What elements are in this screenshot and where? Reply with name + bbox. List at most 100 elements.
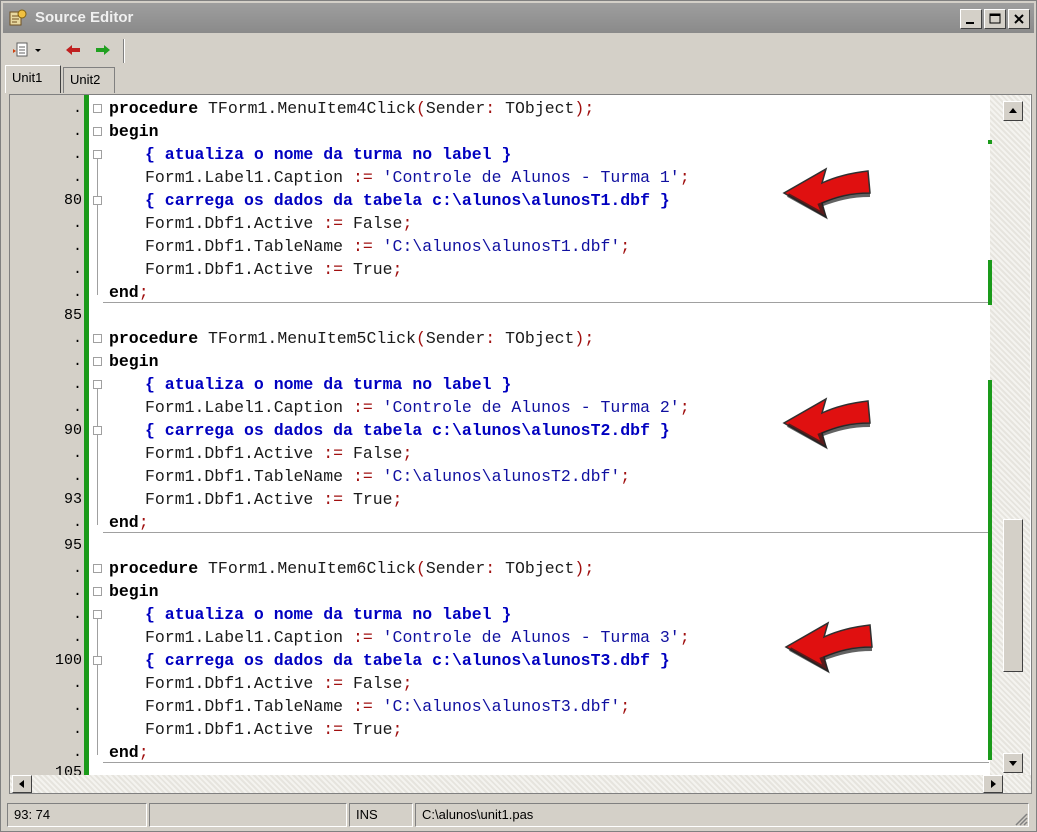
- fold-marker: [93, 610, 102, 619]
- title-bar[interactable]: Source Editor: [3, 3, 1034, 33]
- fold-line: [97, 665, 98, 755]
- vertical-scroll-thumb[interactable]: [1003, 519, 1023, 672]
- red-arrow-annotation: [782, 167, 871, 220]
- code-line: Form1.Dbf1.Active := True;: [145, 490, 403, 509]
- fold-marker: [93, 380, 102, 389]
- back-button[interactable]: [61, 39, 85, 61]
- line-number: .: [72, 514, 82, 531]
- code-comment: { atualiza o nome da turma no label }: [145, 605, 512, 624]
- vertical-scrollbar[interactable]: [990, 95, 1030, 775]
- forward-button[interactable]: [91, 39, 115, 61]
- line-number: .: [72, 744, 82, 761]
- code-line: end;: [109, 743, 149, 762]
- line-number: .: [72, 468, 82, 485]
- line-number: 80: [63, 192, 82, 209]
- code-line: Form1.Dbf1.TableName := 'C:\alunos\aluno…: [145, 697, 631, 716]
- fold-toggle[interactable]: [93, 127, 102, 136]
- fold-toggle[interactable]: [93, 587, 102, 596]
- cursor-position: 93: 74: [7, 803, 147, 827]
- code-line: Form1.Dbf1.Active := True;: [145, 260, 403, 279]
- code-editor[interactable]: . . . . 80 . . . . 85 . . . . 90 . . 93 …: [9, 94, 1032, 794]
- tab-label: Unit2: [70, 72, 101, 87]
- fold-marker: [93, 426, 102, 435]
- change-marker: [988, 380, 992, 760]
- change-marker: [988, 260, 992, 305]
- line-number: .: [72, 606, 82, 623]
- arrow-left-icon: [19, 780, 24, 788]
- fold-line: [97, 435, 98, 525]
- line-number: .: [72, 629, 82, 646]
- fold-toggle[interactable]: [93, 334, 102, 343]
- code-line: Form1.Dbf1.TableName := 'C:\alunos\aluno…: [145, 467, 631, 486]
- arrow-up-icon: [1009, 108, 1017, 113]
- code-line: Form1.Label1.Caption := 'Controle de Alu…: [145, 398, 690, 417]
- code-line: begin: [109, 122, 159, 141]
- code-line: Form1.Label1.Caption := 'Controle de Alu…: [145, 168, 690, 187]
- line-number: .: [72, 445, 82, 462]
- code-line: Form1.Dbf1.Active := False;: [145, 214, 413, 233]
- arrow-right-icon: [96, 45, 110, 55]
- fold-marker: [93, 196, 102, 205]
- scroll-down-button[interactable]: [1003, 753, 1023, 773]
- code-line: end;: [109, 283, 149, 302]
- scroll-right-button[interactable]: [983, 775, 1003, 793]
- line-number: .: [72, 238, 82, 255]
- code-line: begin: [109, 582, 159, 601]
- code-line: Form1.Label1.Caption := 'Controle de Alu…: [145, 628, 690, 647]
- procedure-divider: [103, 532, 989, 533]
- code-comment: { carrega os dados da tabela c:\alunos\a…: [145, 651, 670, 670]
- line-number: .: [72, 100, 82, 117]
- code-comment: { carrega os dados da tabela c:\alunos\a…: [145, 191, 670, 210]
- fold-toggle[interactable]: [93, 104, 102, 113]
- line-number: 100: [54, 652, 82, 669]
- close-button[interactable]: [1008, 9, 1030, 29]
- fold-line: [97, 159, 98, 196]
- toolbar-separator: [123, 39, 125, 63]
- code-comment: { atualiza o nome da turma no label }: [145, 145, 512, 164]
- line-number: .: [72, 169, 82, 186]
- arrow-left-icon: [66, 45, 80, 55]
- code-line: Form1.Dbf1.TableName := 'C:\alunos\aluno…: [145, 237, 631, 256]
- red-arrow-annotation: [782, 397, 871, 450]
- fold-marker: [93, 656, 102, 665]
- fold-toggle[interactable]: [93, 357, 102, 366]
- code-line: end;: [109, 513, 149, 532]
- line-number: .: [72, 399, 82, 416]
- resize-grip-icon[interactable]: [1013, 811, 1029, 827]
- line-number: .: [72, 583, 82, 600]
- arrow-down-icon: [1009, 761, 1017, 766]
- code-line: Form1.Dbf1.Active := True;: [145, 720, 403, 739]
- status-panel-empty: [149, 803, 347, 827]
- list-dropdown-icon: [13, 42, 41, 57]
- line-number: 93: [63, 491, 82, 508]
- minimize-button[interactable]: [960, 9, 982, 29]
- toolbar: [3, 35, 1034, 65]
- line-number: 90: [63, 422, 82, 439]
- tab-unit1[interactable]: Unit1: [5, 65, 61, 93]
- file-path: C:\alunos\unit1.pas: [415, 803, 1029, 827]
- line-number: .: [72, 261, 82, 278]
- scroll-up-button[interactable]: [1003, 101, 1023, 121]
- horizontal-scrollbar[interactable]: [10, 775, 1031, 793]
- line-number: 95: [63, 537, 82, 554]
- code-line: procedure TForm1.MenuItem5Click(Sender: …: [109, 329, 595, 348]
- maximize-button[interactable]: [984, 9, 1006, 29]
- fold-marker: [93, 150, 102, 159]
- fold-line: [97, 205, 98, 295]
- line-number: .: [72, 353, 82, 370]
- scroll-left-button[interactable]: [12, 775, 32, 793]
- tab-label: Unit1: [12, 70, 43, 85]
- status-bar: 93: 74 INS C:\alunos\unit1.pas: [5, 801, 1032, 829]
- line-number: .: [72, 284, 82, 301]
- fold-line: [97, 389, 98, 426]
- line-number: .: [72, 146, 82, 163]
- tab-unit2[interactable]: Unit2: [63, 67, 115, 93]
- procedure-divider: [103, 762, 989, 763]
- fold-toggle[interactable]: [93, 564, 102, 573]
- line-number: .: [72, 123, 82, 140]
- source-editor-window: Source Editor Unit1 Unit2 . . . . 80 . .…: [0, 0, 1037, 832]
- change-marker: [988, 140, 992, 144]
- line-number: .: [72, 721, 82, 738]
- jump-list-button[interactable]: [11, 39, 45, 61]
- red-arrow-annotation: [784, 621, 873, 674]
